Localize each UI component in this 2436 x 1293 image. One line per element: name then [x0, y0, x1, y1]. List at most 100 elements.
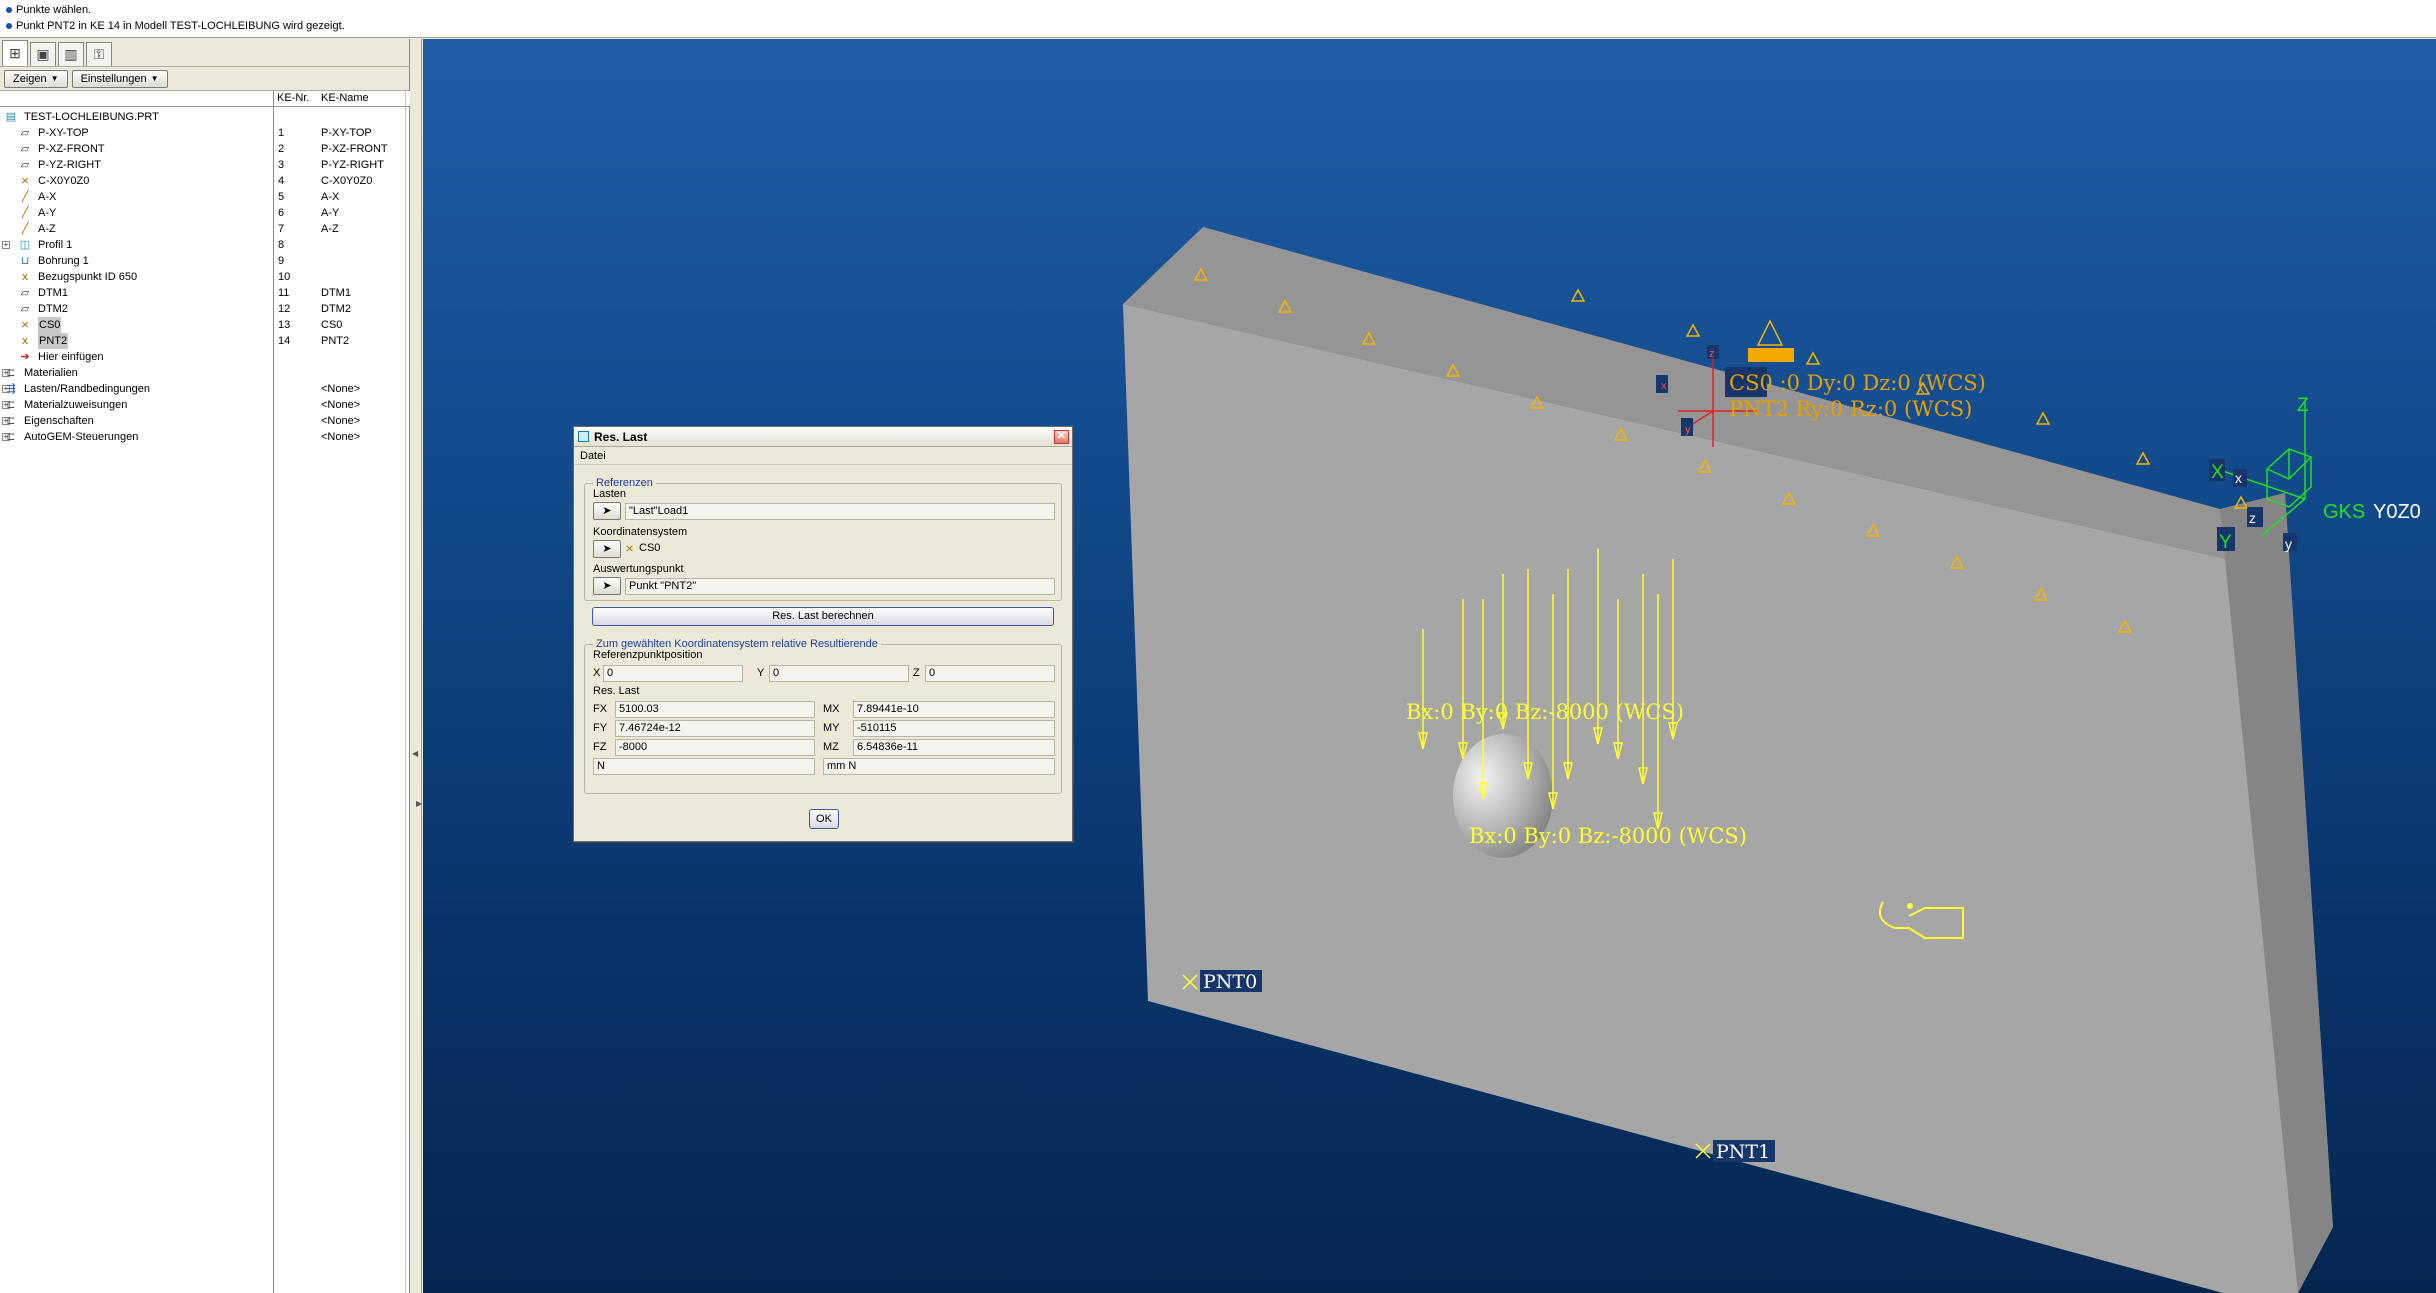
tree-item-label: DTM2 [38, 303, 68, 315]
expand-toggle-icon[interactable]: + [2, 241, 10, 249]
gks-z-label: Z [2297, 395, 2309, 416]
column-header-name[interactable]: KE-Name [321, 92, 369, 104]
moment-unit-field[interactable]: mm N [823, 758, 1055, 775]
tree-item[interactable]: ⅹ Bezugspunkt ID 650 10 [0, 269, 410, 285]
tree-item[interactable]: ⅹ PNT2 14 PNT2 [0, 333, 410, 349]
tree-item[interactable]: ⏥ P-XY-TOP 1 P-XY-TOP [0, 125, 410, 141]
fy-field[interactable]: 7.46724e-12 [615, 720, 815, 737]
collapse-arrow-icon[interactable]: ◀ [412, 749, 418, 758]
my-field[interactable]: -510115 [853, 720, 1055, 737]
tree-item[interactable]: ⏥ DTM1 11 DTM1 [0, 285, 410, 301]
tree-item[interactable]: + ⊏ Materialzuweisungen <None> [0, 397, 410, 413]
loads-icon: ⇶ [6, 383, 16, 395]
pnt2-label[interactable]: PNT2 Ry:0 Rz:0 (WCS) [1729, 397, 1972, 421]
fz-field[interactable]: -8000 [615, 739, 815, 756]
cs0-label[interactable]: CS0 :0 Dy:0 Dz:0 (WCS) [1729, 371, 1986, 395]
tree-item-label: A-Y [38, 207, 57, 219]
tree-item-name: DTM1 [321, 287, 351, 299]
column-header-nr[interactable]: KE-Nr. [277, 92, 309, 104]
loads-field[interactable]: "Last"Load1 [625, 503, 1055, 520]
tree-item-name: A-Y [321, 207, 340, 219]
select-cs-button[interactable]: ➤ [593, 540, 621, 558]
tree-item[interactable]: + ⊏ AutoGEM-Steuerungen <None> [0, 429, 410, 445]
tree-item[interactable]: + ⊏ Materialien [0, 365, 410, 381]
ok-button[interactable]: OK [809, 809, 839, 829]
tree-item[interactable]: ⊔ Bohrung 1 9 [0, 253, 410, 269]
tree-item-nr: 14 [278, 335, 291, 347]
cs0-z-label: z [1709, 348, 1715, 360]
tree-item[interactable]: ⨯ CS0 13 CS0 [0, 317, 410, 333]
tree-item[interactable]: ▤ TEST-LOCHLEIBUNG.PRT [0, 109, 410, 125]
select-loads-button[interactable]: ➤ [593, 502, 621, 520]
cs-value: CS0 [639, 542, 661, 554]
datum-point-icon: ⅹ [21, 271, 29, 283]
tree-item-name: <None> [321, 431, 361, 443]
load-label[interactable]: Bx:0 By:0 Bz:-8000 (WCS) [1469, 824, 1747, 848]
result-load-dialog: Res. Last ✕ Datei Referenzen Lasten ➤ "L… [573, 426, 1073, 842]
tree-item-name: P-YZ-RIGHT [321, 159, 384, 171]
eval-point-field[interactable]: Punkt "PNT2" [625, 578, 1055, 595]
plate-front-face[interactable] [1123, 304, 2298, 1293]
tree-item-nr: 1 [278, 127, 285, 139]
tree-item[interactable]: ⏥ P-YZ-RIGHT 3 P-YZ-RIGHT [0, 157, 410, 173]
tree-item-nr: 6 [278, 207, 285, 219]
tree-item[interactable]: ╱ A-X 5 A-X [0, 189, 410, 205]
favorites-tab-icon[interactable]: ⚿ [86, 42, 112, 66]
expand-arrow-icon[interactable]: ▶ [416, 799, 422, 808]
tree-item-nr: 4 [278, 175, 285, 187]
tree-item[interactable]: ⨯ C-X0Y0Z0 4 C-X0Y0Z0 [0, 173, 410, 189]
tree-item-label: A-X [38, 191, 57, 203]
fx-field[interactable]: 5100.03 [615, 701, 815, 718]
cs-label: Koordinatensystem [593, 526, 688, 538]
tree-item-name: A-X [321, 191, 340, 203]
tree-item[interactable]: ⏥ P-XZ-FRONT 2 P-XZ-FRONT [0, 141, 410, 157]
load-label[interactable]: Bx:0 By:0 Bz:-8000 (WCS) [1406, 700, 1684, 724]
result-load-label: Res. Last [593, 685, 640, 697]
constraint-symbol[interactable] [1748, 319, 1794, 362]
ref-x-field[interactable]: 0 [603, 665, 743, 682]
tree-item-label: Lasten/Randbedingungen [24, 383, 151, 395]
tree-item[interactable]: + ⊏ Eigenschaften <None> [0, 413, 410, 429]
ref-position-label: Referenzpunktposition [593, 649, 703, 661]
mz-label: MZ [823, 741, 839, 753]
tree-item-nr: 5 [278, 191, 285, 203]
tree-item-name: <None> [321, 399, 361, 411]
gks-label[interactable]: GKS [2323, 501, 2365, 523]
show-menu-button[interactable]: Zeigen ▼ [4, 69, 68, 88]
tree-item[interactable]: + ⇶ Lasten/Randbedingungen <None> [0, 381, 410, 397]
mx-field[interactable]: 7.89441e-10 [853, 701, 1055, 718]
tree-item-label: Profil 1 [38, 239, 73, 251]
part-icon: ▤ [5, 111, 17, 123]
compute-result-load-button[interactable]: Res. Last berechnen [592, 607, 1054, 626]
tree-item-label: Bohrung 1 [38, 255, 89, 267]
mz-field[interactable]: 6.54836e-11 [853, 739, 1055, 756]
ref-y-field[interactable]: 0 [769, 665, 909, 682]
tree-item[interactable]: ╱ A-Y 6 A-Y [0, 205, 410, 221]
constraint-triangle [2135, 451, 2151, 465]
tree-item[interactable]: ╱ A-Z 7 A-Z [0, 221, 410, 237]
navigator-tabs: ⊞ ▣ ▥ ⚿ [0, 39, 409, 67]
tree-item[interactable]: + ◫ Profil 1 8 [0, 237, 410, 253]
menu-file[interactable]: Datei [580, 450, 606, 462]
close-icon[interactable]: ✕ [1054, 430, 1069, 444]
y-label: Y [757, 667, 765, 679]
dialog-menubar: Datei [574, 447, 1072, 465]
y0z0-label[interactable]: Y0Z0 [2373, 501, 2421, 523]
gks-y-label: Y [2219, 532, 2232, 553]
dialog-title-bar[interactable]: Res. Last [574, 427, 1072, 447]
cursor-arrow-icon: ➤ [602, 580, 612, 592]
message-area: Punkte wählen. Punkt PNT2 in KE 14 in Mo… [0, 0, 2436, 38]
model-tree-tab-icon[interactable]: ⊞ [2, 40, 28, 66]
tree-item-nr: 10 [278, 271, 291, 283]
tree-item[interactable]: ➔ Hier einfügen [0, 349, 410, 365]
select-eval-point-button[interactable]: ➤ [593, 577, 621, 595]
folder-browser-tab-icon[interactable]: ▥ [58, 42, 84, 66]
references-group: Referenzen Lasten ➤ "Last"Load1 Koordina… [584, 477, 1062, 601]
ref-z-field[interactable]: 0 [925, 665, 1055, 682]
tree-item[interactable]: ⏥ DTM2 12 DTM2 [0, 301, 410, 317]
datum-plane-icon: ⏥ [20, 303, 30, 315]
layer-tree-tab-icon[interactable]: ▣ [30, 42, 56, 66]
settings-menu-button[interactable]: Einstellungen ▼ [71, 69, 168, 88]
force-unit-field[interactable]: N [593, 758, 815, 775]
panel-splitter[interactable]: ◀ ▶ [410, 39, 422, 1293]
